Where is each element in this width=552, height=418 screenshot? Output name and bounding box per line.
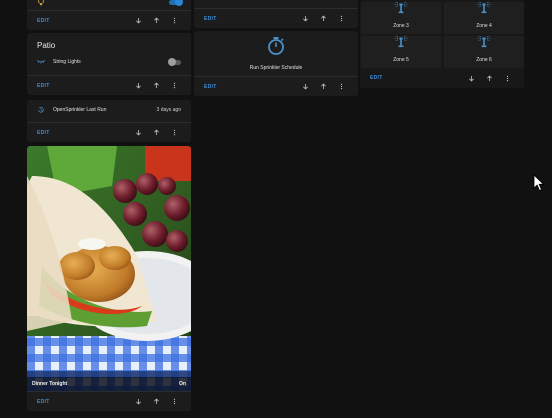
mouse-cursor [533, 174, 545, 197]
more-options-button[interactable] [166, 13, 183, 29]
zone-name: Zone 4 [476, 23, 492, 29]
move-up-button[interactable] [481, 70, 498, 86]
last-run-value: 3 days ago [156, 107, 181, 113]
more-options-button[interactable] [166, 394, 183, 410]
edit-button[interactable]: EDIT [37, 83, 129, 89]
picture-caption-state: On [179, 381, 186, 387]
last-run-card: OpenSprinkler Last Run 3 days ago EDIT [27, 100, 191, 142]
string-lights-label: String Lights [53, 59, 81, 65]
sprinkler-icon [476, 35, 492, 53]
edit-bar: EDIT [360, 68, 524, 88]
string-lights-row[interactable]: String Lights [37, 58, 181, 66]
more-options-button[interactable] [333, 79, 350, 95]
edit-bar: EDIT [194, 8, 358, 28]
move-down-button[interactable] [297, 11, 314, 27]
edit-bar: EDIT [27, 75, 191, 95]
edit-bar: EDIT [27, 391, 191, 411]
zone-tile[interactable]: Zone 6 [444, 36, 524, 68]
move-down-button[interactable] [130, 394, 147, 410]
move-down-button[interactable] [463, 70, 480, 86]
picture-caption-title: Dinner Tonight [32, 381, 68, 387]
more-options-button[interactable] [333, 11, 350, 27]
last-run-label: OpenSprinkler Last Run [53, 107, 107, 113]
edit-bar: EDIT [194, 76, 358, 96]
edit-button[interactable]: EDIT [37, 399, 129, 405]
edit-bar: EDIT [27, 10, 191, 30]
last-run-row[interactable]: OpenSprinkler Last Run 3 days ago [37, 106, 181, 114]
lightbulb-icon [37, 0, 49, 6]
edit-button[interactable]: EDIT [204, 84, 296, 90]
more-options-button[interactable] [166, 78, 183, 94]
move-up-button[interactable] [148, 78, 165, 94]
move-down-button[interactable] [297, 79, 314, 95]
top-edit-card: EDIT [194, 0, 358, 28]
sprinkler-icon [476, 1, 492, 19]
sprinkler-icon [393, 1, 409, 19]
zone-tile[interactable]: Zone 5 [361, 36, 441, 68]
move-up-button[interactable] [148, 13, 165, 29]
sprinkler-icon [393, 35, 409, 53]
more-options-button[interactable] [499, 70, 516, 86]
card-title: Patio [37, 41, 56, 50]
move-up-button[interactable] [148, 394, 165, 410]
string-lights-icon [37, 59, 49, 65]
run-sprinkler-label: Run Sprinkler Schedule [249, 64, 303, 71]
edit-button[interactable]: EDIT [370, 75, 462, 81]
timer-icon [266, 36, 286, 61]
top-entities-card: EDIT [27, 0, 191, 30]
move-up-button[interactable] [148, 125, 165, 141]
move-down-button[interactable] [130, 13, 147, 29]
zone-name: Zone 3 [393, 23, 409, 29]
move-down-button[interactable] [130, 78, 147, 94]
patio-card: Patio String Lights EDIT [27, 33, 191, 95]
move-up-button[interactable] [315, 11, 332, 27]
picture-card: Dinner Tonight On EDIT [27, 146, 191, 411]
string-lights-toggle[interactable] [168, 58, 181, 66]
top-entity-toggle[interactable] [169, 0, 183, 6]
edit-button[interactable]: EDIT [37, 130, 129, 136]
picture-caption: Dinner Tonight On [27, 377, 191, 391]
move-down-button[interactable] [130, 125, 147, 141]
edit-bar: EDIT [27, 122, 191, 142]
zone-name: Zone 6 [476, 57, 492, 63]
more-options-button[interactable] [166, 125, 183, 141]
food-photo-image [27, 146, 191, 391]
zones-card: Zone 3 Zone 4 Zone 5 Zone 6 EDIT [360, 0, 524, 88]
edit-button[interactable]: EDIT [37, 18, 129, 24]
run-sprinkler-card: Run Sprinkler Schedule EDIT [194, 31, 358, 96]
zone-name: Zone 5 [393, 57, 409, 63]
zone-tile[interactable]: Zone 4 [444, 2, 524, 34]
top-entity-row[interactable] [37, 0, 183, 6]
move-up-button[interactable] [315, 79, 332, 95]
history-icon [37, 106, 49, 114]
zone-tile[interactable]: Zone 3 [361, 2, 441, 34]
food-picture[interactable] [27, 146, 191, 391]
run-sprinkler-button[interactable]: Run Sprinkler Schedule [194, 31, 358, 75]
edit-button[interactable]: EDIT [204, 16, 296, 22]
